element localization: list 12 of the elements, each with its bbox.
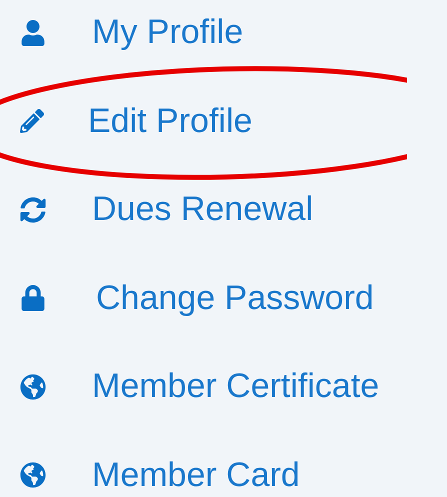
menu-link[interactable]: Member Card [92,456,300,495]
menu-link[interactable]: My Profile [92,13,244,52]
sync-icon [20,196,46,223]
lock-icon [20,285,46,312]
user-icon [20,20,46,46]
pencil-icon [20,109,44,134]
globe-icon [20,462,46,488]
menu-link[interactable]: Edit Profile [88,102,252,141]
menu-link[interactable]: Change Password [96,278,374,318]
menu-link[interactable]: Member Certificate [92,367,380,406]
globe-icon [20,374,46,400]
menu-link[interactable]: Dues Renewal [92,190,314,230]
